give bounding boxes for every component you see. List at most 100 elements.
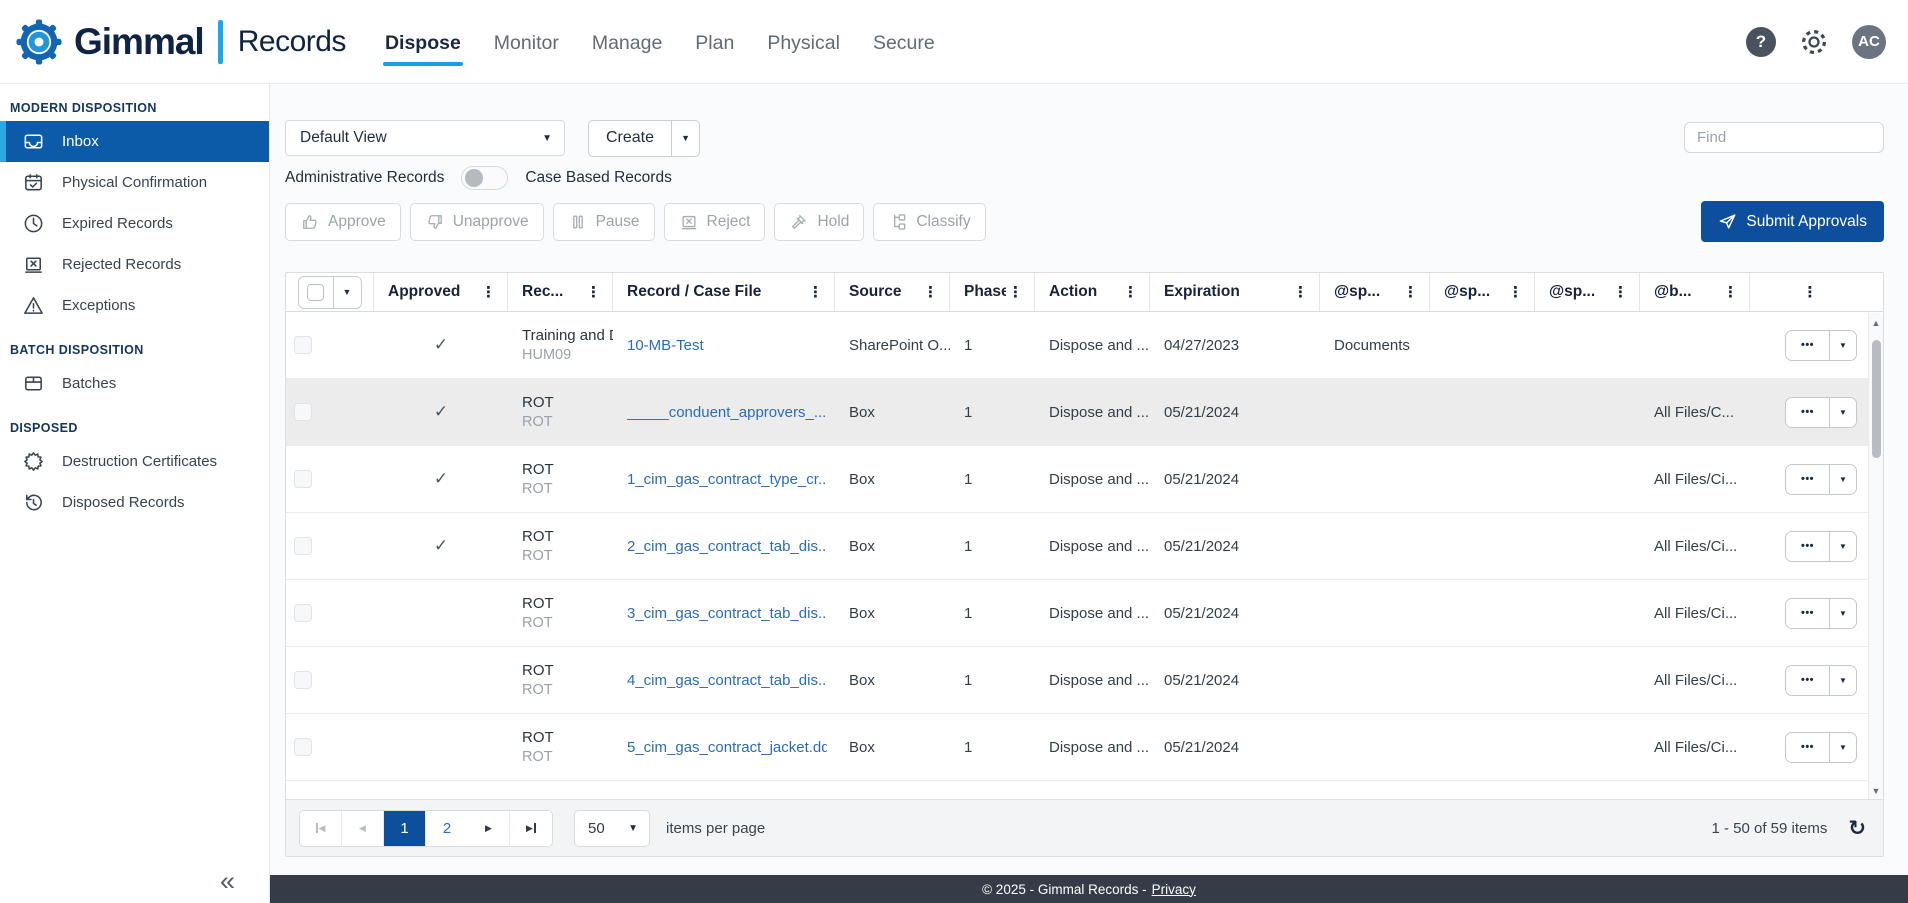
sidebar-item-disposed-records[interactable]: Disposed Records [0,482,269,523]
page-button-2[interactable]: 2 [426,811,468,846]
nav-tab-plan[interactable]: Plan [695,32,734,55]
settings-gear-icon[interactable] [1799,27,1829,57]
row-checkbox[interactable] [294,537,312,555]
sidebar-item-exceptions[interactable]: Exceptions [0,285,269,326]
history-icon [22,491,45,514]
column-menu-icon[interactable]: ⋮ [1611,283,1630,301]
vertical-scrollbar[interactable]: ▲ ▼ [1868,313,1883,801]
brand-logo: Gimmal Records [12,15,346,69]
page-button-1[interactable]: 1 [384,811,426,846]
page-size-dropdown[interactable]: 50 ▼ [574,810,650,847]
row-checkbox[interactable] [294,470,312,488]
scroll-up-icon[interactable]: ▲ [1869,318,1883,328]
record-link[interactable]: _____conduent_approvers_... [627,404,826,421]
row-more-caret-button[interactable]: ▼ [1830,331,1856,360]
row-checkbox[interactable] [294,604,312,622]
row-more-button[interactable]: ••• [1786,331,1830,360]
row-more-button[interactable]: ••• [1786,465,1830,494]
column-menu-icon[interactable]: ⋮ [1721,283,1740,301]
row-more-caret-button[interactable]: ▼ [1830,666,1856,695]
row-checkbox[interactable] [294,403,312,421]
column-menu-icon[interactable]: ⋮ [1506,283,1525,301]
copyright-text: © 2025 - Gimmal Records - [982,882,1147,897]
help-icon[interactable]: ? [1746,27,1776,57]
select-all-caret-button[interactable]: ▼ [334,277,361,308]
record-link[interactable]: 10-MB-Test [627,337,704,354]
sidebar-item-expired-records[interactable]: Expired Records [0,203,269,244]
sidebar-item-rejected-records[interactable]: Rejected Records [0,244,269,285]
record-class-title: ROT [522,662,554,679]
column-menu-icon[interactable]: ⋮ [1121,283,1140,301]
table-row: ROT•••▼ [286,781,1870,801]
last-page-button[interactable]: ▶ [510,811,552,846]
row-more-button[interactable]: ••• [1786,666,1830,695]
row-more-caret-button[interactable]: ▼ [1830,532,1856,561]
nav-tab-monitor[interactable]: Monitor [494,32,559,55]
nav-tab-secure[interactable]: Secure [873,32,935,55]
row-more-caret-button[interactable]: ▼ [1830,398,1856,427]
approve-button[interactable]: Approve [285,203,401,241]
row-more-caret-button[interactable]: ▼ [1830,465,1856,494]
column-menu-icon[interactable]: ⋮ [921,283,940,301]
row-more-button[interactable]: ••• [1786,532,1830,561]
nav-tab-dispose[interactable]: Dispose [385,32,461,55]
grid-header-row: ▼Approved⋮Rec...⋮Record / Case File⋮Sour… [286,273,1883,312]
column-menu-icon[interactable]: ⋮ [584,283,603,301]
row-more-button[interactable]: ••• [1786,733,1830,762]
scroll-down-icon[interactable]: ▼ [1869,786,1883,796]
row-checkbox[interactable] [294,738,312,756]
column-menu-icon[interactable]: ⋮ [1401,283,1420,301]
create-split-button: Create ▼ [588,120,700,157]
row-more-button[interactable]: ••• [1786,599,1830,628]
sidebar-item-physical-confirmation[interactable]: Physical Confirmation [0,162,269,203]
select-all-checkbox[interactable] [307,284,324,301]
column-menu-icon[interactable]: ⋮ [1291,283,1310,301]
sidebar-item-batches[interactable]: Batches [0,363,269,404]
sidebar-collapse-button[interactable]: « [220,868,235,895]
column-menu-icon[interactable]: ⋮ [1006,283,1025,301]
record-link[interactable]: 2_cim_gas_contract_tab_dis... [627,538,827,555]
cell-source: Box [835,446,950,512]
refresh-icon[interactable]: ↻ [1848,818,1866,839]
row-checkbox[interactable] [294,671,312,689]
records-mode-toggle[interactable] [461,166,508,190]
hold-button[interactable]: Hold [774,203,864,241]
sidebar-item-inbox[interactable]: Inbox [0,121,269,162]
reject-button[interactable]: Reject [664,203,766,241]
classify-button[interactable]: Classify [873,203,985,241]
privacy-link[interactable]: Privacy [1152,882,1196,897]
unapprove-button[interactable]: Unapprove [410,203,544,241]
row-more-button[interactable]: ••• [1786,398,1830,427]
column-menu-icon[interactable]: ⋮ [479,283,498,301]
find-input[interactable] [1684,122,1884,153]
column-header-file: Record / Case File⋮ [613,273,835,311]
nav-tab-physical[interactable]: Physical [767,32,840,55]
first-page-button[interactable]: ◀ [300,811,342,846]
view-select-dropdown[interactable]: Default View ▼ [285,120,565,156]
record-link[interactable]: 5_cim_gas_contract_jacket.dql [627,739,827,756]
scrollbar-thumb[interactable] [1872,340,1881,458]
top-right-icons: ? AC [1746,25,1886,59]
record-link[interactable]: 3_cim_gas_contract_tab_dis... [627,605,827,622]
record-link[interactable]: 1_cim_gas_contract_type_cr... [627,471,827,488]
row-more-caret-button[interactable]: ▼ [1830,733,1856,762]
cell-action: Dispose and ... [1035,714,1150,780]
create-caret-button[interactable]: ▼ [672,121,699,156]
previous-page-button[interactable]: ◀ [342,811,384,846]
row-more-caret-button[interactable]: ▼ [1830,599,1856,628]
column-menu-icon[interactable]: ⋮ [1801,283,1820,301]
record-link[interactable]: 4_cim_gas_contract_tab_dis... [627,672,827,689]
column-menu-icon[interactable]: ⋮ [806,283,825,301]
cell-record-class: ROTROT [508,580,613,646]
column-label: Rec... [522,283,563,301]
cell-sp1 [1320,580,1430,646]
create-button[interactable]: Create [589,121,672,156]
next-page-button[interactable]: ▶ [468,811,510,846]
user-avatar[interactable]: AC [1852,25,1886,59]
pause-button[interactable]: Pause [553,203,655,241]
row-checkbox[interactable] [294,336,312,354]
nav-tab-manage[interactable]: Manage [592,32,662,55]
submit-approvals-button[interactable]: Submit Approvals [1701,201,1884,242]
toggle-knob [465,169,483,187]
sidebar-item-destruction-certificates[interactable]: Destruction Certificates [0,441,269,482]
